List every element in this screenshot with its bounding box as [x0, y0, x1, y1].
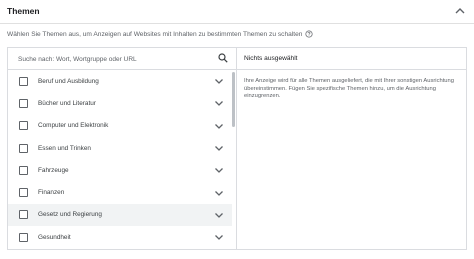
topics-list: Beruf und Ausbildung Bücher und Literatu… [8, 70, 232, 249]
item-label: Essen und Trinken [38, 144, 91, 152]
list-item[interactable]: Gesundheit [8, 226, 232, 248]
item-label: Bücher und Literatur [38, 99, 96, 107]
search-row [8, 48, 236, 70]
item-label: Finanzen [38, 189, 65, 197]
section-title: Themen [7, 6, 40, 16]
list-item[interactable]: Finanzen [8, 181, 232, 203]
selected-description: Ihre Anzeige wird für alle Themen ausgel… [244, 78, 454, 100]
chevron-down-icon[interactable] [214, 77, 224, 85]
chevron-down-icon[interactable] [214, 233, 224, 241]
checkbox[interactable] [19, 121, 28, 131]
chevron-down-icon[interactable] [214, 211, 224, 219]
checkbox[interactable] [19, 143, 28, 153]
search-icon[interactable] [218, 53, 228, 63]
list-scrollbar[interactable] [232, 70, 236, 249]
checkbox[interactable] [19, 98, 28, 108]
list-item[interactable]: Beruf und Ausbildung [8, 70, 232, 92]
selected-header: Nichts ausgewählt [237, 48, 466, 70]
checkbox[interactable] [19, 165, 28, 175]
checkbox[interactable] [19, 188, 28, 198]
scroll-thumb[interactable] [232, 72, 235, 127]
chevron-up-icon[interactable] [454, 6, 466, 16]
description-text: Wählen Sie Themen aus, um Anzeigen auf W… [7, 30, 303, 38]
chevron-down-icon[interactable] [214, 99, 224, 107]
item-label: Gesetz und Regierung [38, 211, 102, 219]
chevron-down-icon[interactable] [214, 122, 224, 130]
list-item[interactable]: Computer und Elektronik [8, 115, 232, 137]
item-label: Fahrzeuge [38, 166, 69, 174]
list-item[interactable]: Gesetz und Regierung [8, 203, 232, 227]
topics-browser: Beruf und Ausbildung Bücher und Literatu… [8, 48, 237, 249]
checkbox[interactable] [19, 76, 28, 86]
topics-panel: Beruf und Ausbildung Bücher und Literatu… [7, 47, 467, 250]
chevron-down-icon[interactable] [214, 189, 224, 197]
selected-title: Nichts ausgewählt [244, 55, 298, 62]
topics-section-header[interactable]: Themen [0, 0, 474, 24]
item-label: Beruf und Ausbildung [38, 77, 99, 85]
checkbox[interactable] [19, 210, 28, 220]
chevron-down-icon[interactable] [214, 144, 224, 152]
section-description: Wählen Sie Themen aus, um Anzeigen auf W… [7, 30, 313, 38]
item-label: Computer und Elektronik [38, 122, 109, 130]
chevron-down-icon[interactable] [214, 166, 224, 174]
list-item[interactable]: Essen und Trinken [8, 137, 232, 159]
selected-topics-pane: Nichts ausgewählt Ihre Anzeige wird für … [237, 48, 466, 249]
item-label: Gesundheit [38, 233, 71, 241]
checkbox[interactable] [19, 232, 28, 242]
help-circle-icon[interactable] [305, 30, 313, 38]
list-item[interactable]: Fahrzeuge [8, 159, 232, 181]
search-input[interactable] [18, 53, 208, 65]
list-item[interactable]: Bücher und Literatur [8, 92, 232, 114]
